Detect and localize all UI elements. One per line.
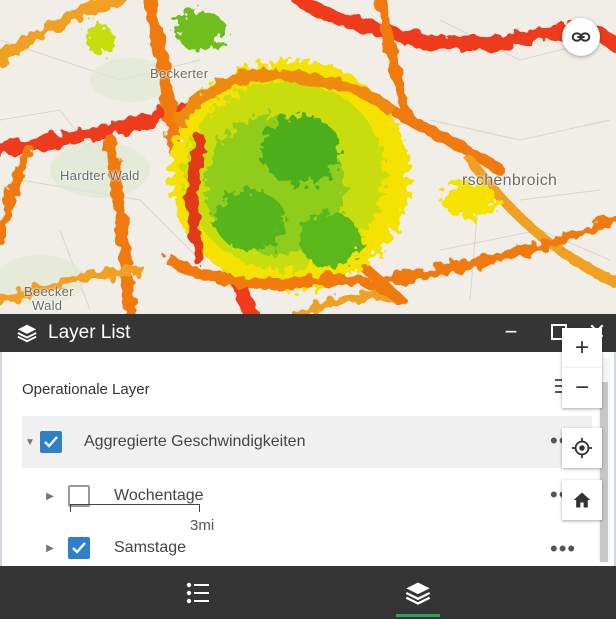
locate-icon: [571, 437, 593, 459]
checkmark-icon: [44, 436, 58, 448]
map-view[interactable]: Beckerter Hardter Wald rschenbroich Beec…: [0, 0, 616, 316]
legend-list-icon: [186, 582, 209, 603]
map-canvas: [0, 0, 616, 316]
layers-icon: [16, 322, 38, 344]
collapse-arrow-icon[interactable]: ▼: [22, 437, 38, 448]
speed-layer-core: [86, 10, 498, 290]
layer-row-samstage[interactable]: ▶ Samstage •••: [22, 522, 592, 566]
tab-layers[interactable]: [378, 566, 458, 619]
minimize-button[interactable]: −: [500, 321, 522, 344]
zoom-out-button[interactable]: −: [562, 368, 602, 408]
layer-row-aggregierte[interactable]: ▼ Aggregierte Geschwindigkeiten •••: [22, 416, 592, 468]
layer-checkbox-samstage[interactable]: [68, 537, 90, 559]
link-icon: [571, 32, 591, 42]
tab-legend[interactable]: [158, 566, 238, 619]
panel-title: Layer List: [48, 322, 131, 343]
expand-arrow-icon[interactable]: ▶: [42, 543, 58, 554]
share-link-button[interactable]: [562, 18, 600, 56]
map-label-hardter-wald: Hardter Wald: [60, 168, 140, 183]
zoom-in-button[interactable]: +: [562, 328, 602, 368]
map-label-wald: Wald: [32, 298, 63, 313]
layers-icon: [405, 582, 431, 605]
layer-label-samstage: Samstage: [114, 539, 187, 556]
layer-row-wochentage[interactable]: ▶ Wochentage •••: [22, 470, 592, 522]
layer-label-wochentage: Wochentage: [114, 487, 204, 504]
layer-list-body: Operationale Layer ▼ Aggregierte Geschwi…: [0, 352, 616, 566]
layer-checkbox-aggregierte[interactable]: [40, 431, 62, 453]
home-button[interactable]: [562, 480, 602, 520]
checkmark-icon: [72, 542, 86, 554]
active-tab-indicator: [396, 614, 440, 617]
bottom-tab-bar: [0, 566, 616, 619]
section-title: Operationale Layer: [22, 381, 150, 398]
layer-label-aggregierte: Aggregierte Geschwindigkeiten: [84, 433, 306, 450]
scrollbar-thumb[interactable]: [600, 382, 608, 562]
map-label-beecker: Beecker: [24, 284, 74, 299]
map-label-beckerter: Beckerter: [150, 66, 209, 81]
scale-bar: [70, 504, 200, 512]
map-label-korschenbroich: rschenbroich: [462, 172, 558, 189]
home-icon: [573, 492, 591, 508]
expand-arrow-icon[interactable]: ▶: [42, 491, 58, 502]
locate-button[interactable]: [562, 428, 602, 468]
layer-list-header: Layer List − ✕: [0, 314, 616, 352]
layer-options-button[interactable]: •••: [550, 536, 576, 562]
